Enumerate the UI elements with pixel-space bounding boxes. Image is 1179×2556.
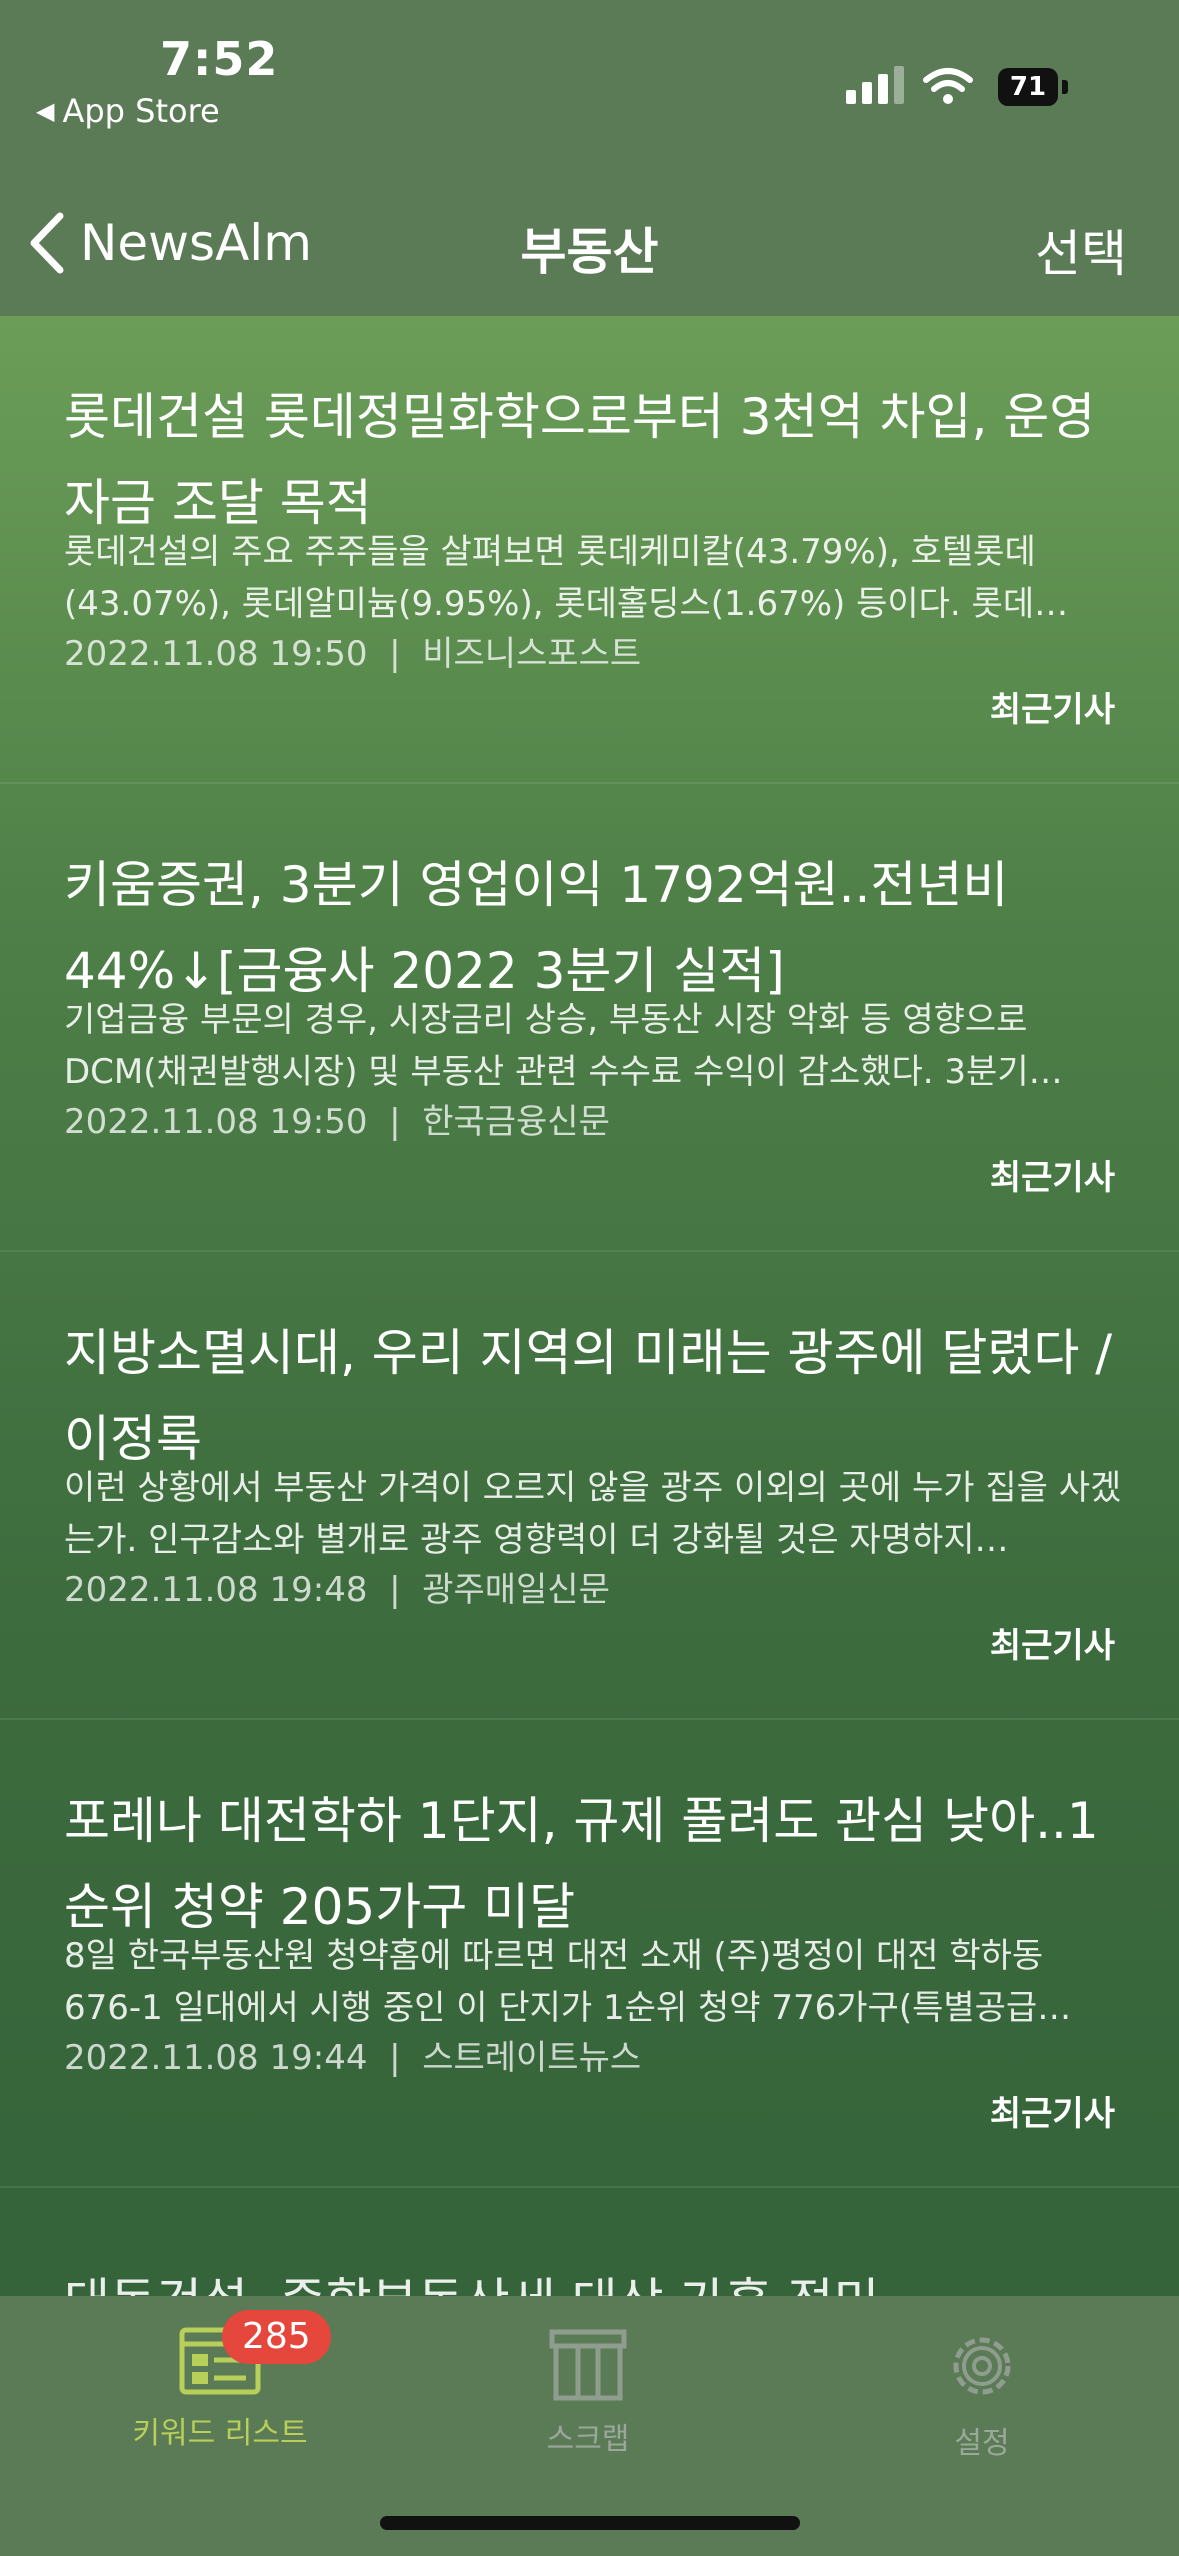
cellular-signal-icon [846, 64, 904, 104]
article-date: 2022.11.08 19:44 [64, 2038, 368, 2078]
article-title: 키움증권, 3분기 영업이익 1792억원..전년비 44%↓[금융사 2022… [64, 856, 1009, 1000]
tab-scrap-label: 스크랩 [546, 2422, 630, 2457]
select-button[interactable]: 선택 [1035, 214, 1127, 286]
archive-box-icon [549, 2329, 627, 2401]
article-summary: 기업금융 부문의 경우, 시장금리 상승, 부동산 시장 악화 등 영향으로 D… [64, 1000, 1063, 1092]
status-bar: 7:52 ◀ App Store 71 [0, 0, 1179, 140]
meta-separator: | [389, 634, 401, 674]
article-tag: 최근기사 [989, 2094, 1115, 2134]
article-title: 롯데건설 롯데정밀화학으로부터 3천억 차입, 운영자금 조달 목적 [64, 388, 1096, 532]
article-date: 2022.11.08 19:48 [64, 1570, 368, 1610]
article-tag: 최근기사 [989, 1626, 1115, 1666]
battery-indicator: 71 [998, 68, 1058, 106]
article-meta: 2022.11.08 19:48 | 광주매일신문 [64, 1562, 610, 1611]
article-item[interactable]: 포레나 대전학하 1단지, 규제 풀려도 관심 낮아..1순위 청약 205가구… [0, 1720, 1179, 2188]
meta-separator: | [389, 2038, 401, 2078]
status-time: 7:52 [160, 32, 279, 86]
wifi-icon [923, 68, 973, 104]
article-summary: 이런 상황에서 부동산 가격이 오르지 않을 광주 이외의 곳에 누가 집을 사… [64, 1468, 1122, 1560]
article-source: 비즈니스포스트 [422, 634, 642, 674]
article-tag: 최근기사 [989, 690, 1115, 730]
tab-scrap[interactable]: 스크랩 [458, 2326, 718, 2458]
back-triangle-icon: ◀ [36, 97, 55, 125]
article-item[interactable]: 키움증권, 3분기 영업이익 1792억원..전년비 44%↓[금융사 2022… [0, 784, 1179, 1252]
home-indicator [380, 2516, 800, 2530]
article-item[interactable]: 롯데건설 롯데정밀화학으로부터 3천억 차입, 운영자금 조달 목적 롯데건설의… [0, 316, 1179, 784]
meta-separator: | [389, 1570, 401, 1610]
keyword-count-badge: 285 [222, 2310, 331, 2364]
article-source: 한국금융신문 [422, 1102, 610, 1142]
article-meta: 2022.11.08 19:50 | 한국금융신문 [64, 1094, 610, 1143]
article-item[interactable]: 지방소멸시대, 우리 지역의 미래는 광주에 달렸다 / 이정록 이런 상황에서… [0, 1252, 1179, 1720]
article-tag: 최근기사 [989, 1158, 1115, 1198]
article-date: 2022.11.08 19:50 [64, 1102, 368, 1142]
tab-keyword-list-label: 키워드 리스트 [132, 2416, 308, 2451]
article-meta: 2022.11.08 19:44 | 스트레이트뉴스 [64, 2030, 641, 2079]
article-source: 스트레이트뉴스 [422, 2038, 642, 2078]
tab-settings[interactable]: 설정 [852, 2326, 1112, 2462]
article-summary: 롯데건설의 주요 주주들을 살펴보면 롯데케미칼(43.79%), 호텔롯데(4… [64, 532, 1069, 624]
article-meta: 2022.11.08 19:50 | 비즈니스포스트 [64, 626, 641, 675]
article-list: 롯데건설 롯데정밀화학으로부터 3천억 차입, 운영자금 조달 목적 롯데건설의… [0, 316, 1179, 2188]
article-source: 광주매일신문 [422, 1570, 610, 1610]
article-title: 지방소멸시대, 우리 지역의 미래는 광주에 달렸다 / 이정록 [64, 1324, 1113, 1468]
navigation-bar: NewsAlm 부동산 선택 [0, 140, 1179, 316]
back-to-app-link[interactable]: ◀ App Store [36, 92, 220, 130]
tab-settings-label: 설정 [954, 2426, 1010, 2461]
article-title: 포레나 대전학하 1단지, 규제 풀려도 관심 낮아..1순위 청약 205가구… [64, 1792, 1099, 1936]
back-app-label: App Store [62, 92, 220, 130]
article-summary: 8일 한국부동산원 청약홈에 따르면 대전 소재 (주)평정이 대전 학하동 6… [64, 1936, 1072, 2028]
gear-icon [953, 2337, 1011, 2395]
meta-separator: | [389, 1102, 401, 1142]
page-title: 부동산 [520, 223, 659, 281]
battery-tip [1062, 80, 1068, 94]
article-date: 2022.11.08 19:50 [64, 634, 368, 674]
